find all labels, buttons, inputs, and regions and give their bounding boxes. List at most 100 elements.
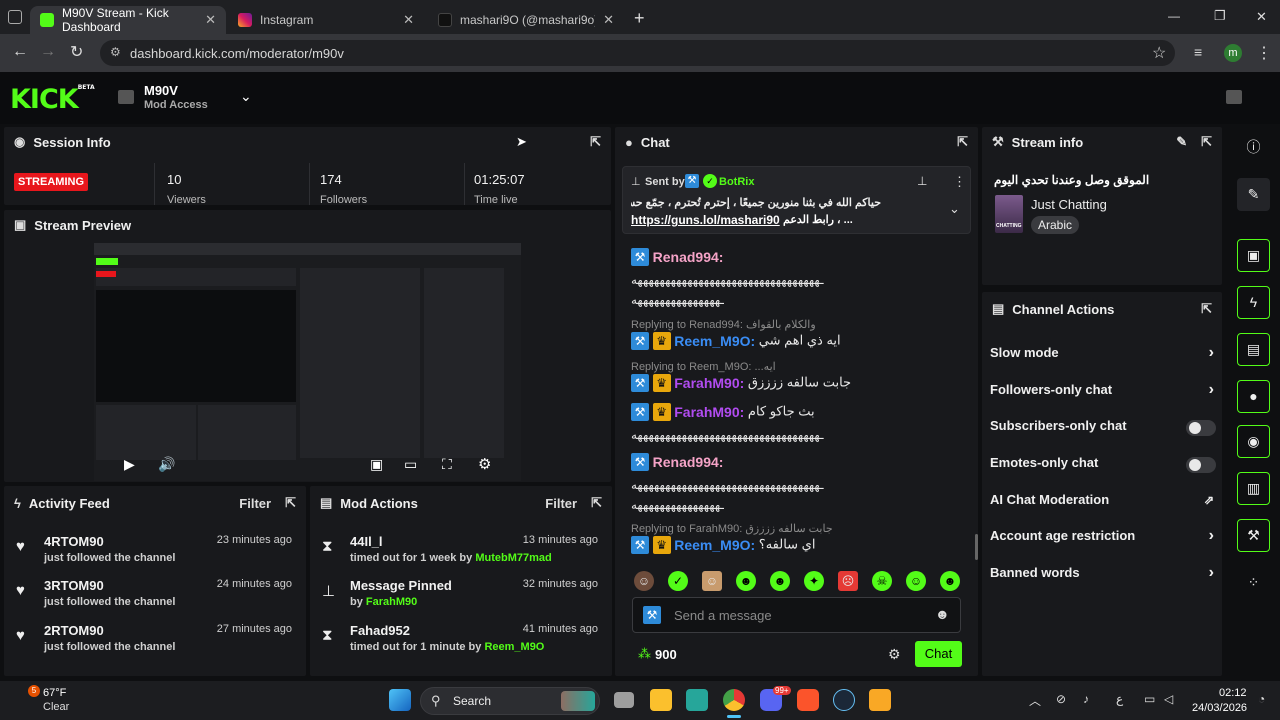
kick-logo[interactable]: KICKBETA (10, 84, 95, 115)
close-tab-icon[interactable]: ✕ (205, 12, 216, 28)
session-widget-icon[interactable]: ◉ (1237, 425, 1270, 458)
banned-words-action[interactable]: Banned words › (990, 564, 1216, 585)
mod-actions-widget-icon[interactable]: ▥ (1237, 472, 1270, 505)
moderator-name[interactable]: FarahM90 (366, 596, 417, 608)
site-info-icon[interactable]: ⚙ (110, 45, 121, 59)
expand-chevron-icon[interactable]: ⌄ (949, 201, 960, 217)
file-explorer-icon[interactable] (650, 689, 672, 711)
emote-icon[interactable]: ☠ (872, 571, 892, 591)
tray-chevron-icon[interactable]: ︿ (1029, 692, 1041, 709)
emote-icon[interactable]: ☻ (940, 571, 960, 591)
address-bar[interactable]: ⚙ dashboard.kick.com/moderator/m90v (100, 40, 1175, 66)
chevron-down-icon[interactable]: ⌄ (240, 88, 252, 105)
emote-icon[interactable]: ☺ (702, 571, 722, 591)
tab-tiktok[interactable]: mashari9O (@mashari9o) | TikT ✕ (428, 6, 624, 34)
taskbar-search[interactable]: ⚲ Search (420, 687, 600, 715)
pinned-username[interactable]: BotRix (719, 176, 754, 188)
user-avatar-icon[interactable] (1226, 90, 1242, 104)
brave-icon[interactable] (797, 689, 819, 711)
emotes-only-toggle[interactable] (1186, 457, 1216, 473)
media-controls-icon[interactable]: ≡ (1194, 44, 1202, 60)
notifications-icon[interactable]: ◔ (1258, 692, 1265, 706)
mod-filter-button[interactable]: Filter (545, 496, 577, 511)
info-icon[interactable]: ⓘ (1237, 131, 1270, 164)
play-icon[interactable]: ▶ (124, 456, 135, 473)
reply-context[interactable]: Replying to Renad994: والكلام بالقواف (631, 318, 816, 331)
chat-username[interactable]: Reem_M9O: (674, 333, 755, 349)
edit-pencil-icon[interactable]: ✎ (1176, 134, 1187, 150)
chat-username[interactable]: FarahM90: (674, 404, 744, 420)
unpin-icon[interactable]: ⊥ (917, 174, 927, 188)
pinned-message[interactable]: ⊥ Sent by ⚒ ✓ BotRix ⊥ ⋮ حياكم الله في ب… (622, 166, 971, 234)
tab-instagram[interactable]: Instagram ✕ (228, 6, 424, 34)
reload-icon[interactable]: ↻ (70, 42, 83, 62)
clock-date[interactable]: 24/03/2026 (1192, 702, 1247, 714)
more-options-icon[interactable]: ⋮ (953, 174, 966, 190)
send-chat-button[interactable]: Chat (915, 641, 962, 667)
activity-filter-button[interactable]: Filter (239, 496, 271, 511)
account-age-action[interactable]: Account age restriction › (990, 527, 1216, 548)
weather-icon[interactable]: 5 (28, 685, 40, 697)
browser-menu-icon[interactable]: ⋮ (1256, 43, 1272, 63)
input-language[interactable]: ع (1116, 692, 1123, 706)
theater-icon[interactable]: ▭ (404, 456, 417, 473)
close-tab-icon[interactable]: ✕ (403, 12, 414, 28)
app-icon[interactable] (686, 689, 708, 711)
popout-icon[interactable]: ⇱ (957, 134, 968, 150)
emote-icon[interactable]: ☺ (906, 571, 926, 591)
task-view-icon[interactable] (614, 692, 634, 708)
volume-icon[interactable]: ◁ (1164, 692, 1173, 706)
network-icon[interactable]: ▭ (1144, 692, 1155, 706)
preview-widget-icon[interactable]: ▣ (1237, 239, 1270, 272)
close-window-button[interactable]: ✕ (1256, 9, 1267, 25)
slow-mode-action[interactable]: Slow mode › (990, 344, 1216, 365)
emoji-picker-icon[interactable]: ☻ (935, 606, 950, 622)
emote-icon[interactable]: ☻ (736, 571, 756, 591)
steam-icon[interactable] (833, 689, 855, 711)
emote-icon[interactable]: ✦ (804, 571, 824, 591)
activity-widget-icon[interactable]: ϟ (1237, 286, 1270, 319)
chat-username[interactable]: Renad994: (653, 249, 724, 265)
forward-icon[interactable]: → (40, 43, 56, 61)
chat-widget-icon[interactable]: ● (1237, 380, 1270, 413)
fullscreen-icon[interactable]: ⛶ (442, 456, 452, 473)
pip-icon[interactable]: ▣ (370, 456, 383, 473)
microphone-icon[interactable]: ♪ (1083, 692, 1089, 706)
chat-username[interactable]: FarahM90: (674, 375, 744, 391)
moderator-name[interactable]: MutebM77mad (475, 552, 551, 564)
stream-info-widget-icon[interactable]: ⚒ (1237, 519, 1270, 552)
chrome-icon[interactable] (723, 689, 745, 711)
category-name[interactable]: Just Chatting (1031, 197, 1107, 212)
settings-gear-icon[interactable]: ⚙ (478, 455, 491, 473)
popout-icon[interactable]: ⇱ (1201, 301, 1212, 317)
reply-context[interactable]: Replying to Reem_M9O: ...ايه (631, 360, 776, 373)
profile-avatar[interactable]: m (1224, 44, 1242, 62)
emote-icon[interactable]: ☺ (634, 571, 654, 591)
popout-icon[interactable]: ⇱ (285, 495, 296, 511)
edit-pencil-icon[interactable]: ✎ (1237, 178, 1270, 211)
close-tab-icon[interactable]: ✕ (603, 12, 614, 28)
followers-only-action[interactable]: Followers-only chat › (990, 381, 1216, 402)
emote-icon[interactable]: ☹ (838, 571, 858, 591)
moderator-name[interactable]: Reem_M9O (484, 641, 544, 653)
video-player[interactable]: ▶ 🔊 ▣ ▭ ⛶ ⚙ (94, 243, 521, 481)
chat-username[interactable]: Renad994: (653, 454, 724, 470)
reply-context[interactable]: Replying to FarahM90: جابت سالفه ززززق (631, 522, 833, 535)
chat-input[interactable]: ⚒ Send a message ☻ (632, 597, 961, 633)
tab-search-icon[interactable] (8, 10, 22, 24)
windows-start-icon[interactable] (389, 689, 411, 711)
more-widgets-icon[interactable]: ⁘ (1237, 566, 1270, 599)
popout-icon[interactable]: ⇱ (1201, 134, 1212, 150)
subscribers-only-toggle[interactable] (1186, 420, 1216, 436)
volume-icon[interactable]: 🔊 (158, 456, 175, 473)
chat-username[interactable]: Reem_M9O: (674, 537, 755, 553)
back-icon[interactable]: ← (12, 43, 28, 61)
pinned-link[interactable]: https://guns.lol/mashari90 (631, 213, 780, 227)
chat-settings-icon[interactable]: ⚙ (888, 646, 901, 663)
maximize-button[interactable]: ❐ (1214, 8, 1226, 24)
bookmark-star-icon[interactable]: ☆ (1152, 43, 1166, 63)
popout-icon[interactable]: ⇱ (591, 495, 602, 511)
minimize-button[interactable]: — (1168, 9, 1180, 23)
channel-points[interactable]: 900 (655, 647, 677, 662)
language-tag[interactable]: Arabic (1031, 216, 1080, 234)
